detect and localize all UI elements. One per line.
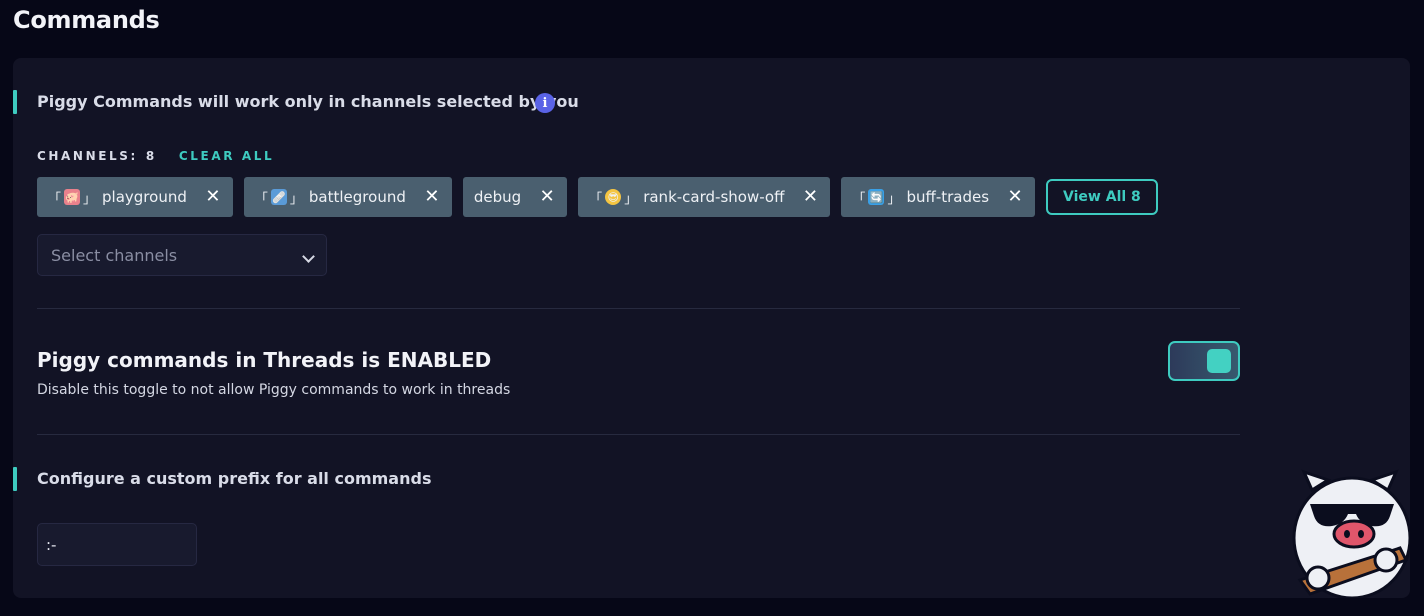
- remove-chip-icon[interactable]: ✕: [203, 188, 223, 206]
- channel-emoji: 「 😎 」: [589, 189, 638, 207]
- select-channels-placeholder: Select channels: [51, 245, 178, 265]
- remove-chip-icon[interactable]: ✕: [422, 188, 442, 206]
- channel-chip: 「 🐖 」 playground ✕: [37, 177, 233, 217]
- info-icon[interactable]: i: [535, 93, 555, 113]
- channels-heading: Piggy Commands will work only in channel…: [37, 92, 579, 111]
- channel-chip-label: battleground: [308, 188, 406, 206]
- select-channels-dropdown[interactable]: Select channels: [37, 234, 327, 276]
- section-accent-bar: [13, 90, 17, 114]
- channel-chip: 「 😎 」 rank-card-show-off ✕: [578, 177, 831, 217]
- pig-emoji-icon: 🐖: [64, 189, 81, 205]
- prefix-input[interactable]: [37, 523, 197, 566]
- channel-emoji: 「 🐖 」: [48, 189, 97, 207]
- prefix-heading: Configure a custom prefix for all comman…: [37, 469, 432, 488]
- channels-count-row: CHANNELS: 8 CLEAR ALL: [37, 149, 274, 163]
- section-accent-bar: [13, 467, 17, 491]
- channel-chip-label: buff-trades: [906, 188, 990, 206]
- page-title: Commands: [13, 6, 160, 34]
- channel-chip-label: debug: [473, 188, 522, 206]
- toggle-knob: [1207, 349, 1231, 373]
- bandage-emoji-icon: 🩹: [270, 189, 287, 205]
- channel-chip-label: playground: [102, 188, 187, 206]
- view-all-button[interactable]: View All 8: [1046, 179, 1158, 215]
- channel-chip: 「 🔄 」 buff-trades ✕: [841, 177, 1036, 217]
- channel-emoji: 「 🔄 」: [852, 189, 901, 207]
- channel-chip: 「 🩹 」 battleground ✕: [243, 177, 452, 217]
- channels-count-label: CHANNELS:: [37, 149, 138, 163]
- sunglasses-face-emoji-icon: 😎: [605, 189, 622, 205]
- section-divider: [37, 308, 1240, 309]
- chevron-down-icon: [302, 249, 315, 263]
- threads-title: Piggy commands in Threads is ENABLED: [37, 348, 492, 372]
- threads-description: Disable this toggle to not allow Piggy c…: [37, 382, 511, 398]
- clear-all-button[interactable]: CLEAR ALL: [179, 149, 274, 163]
- channel-emoji: 「 🩹 」: [254, 189, 303, 207]
- channel-chip: debug ✕: [462, 177, 568, 217]
- channels-count-value: 8: [145, 149, 157, 163]
- remove-chip-icon[interactable]: ✕: [800, 188, 820, 206]
- remove-chip-icon[interactable]: ✕: [537, 188, 557, 206]
- channel-chip-list: 「 🐖 」 playground ✕ 「 🩹 」 battleground ✕ …: [37, 177, 1158, 217]
- threads-toggle[interactable]: [1168, 341, 1240, 381]
- channel-chip-label: rank-card-show-off: [643, 188, 785, 206]
- remove-chip-icon[interactable]: ✕: [1005, 188, 1025, 206]
- commands-card: Piggy Commands will work only in channel…: [13, 58, 1410, 598]
- repeat-emoji-icon: 🔄: [868, 189, 885, 205]
- section-divider: [37, 434, 1240, 435]
- piggy-mascot-icon: [1290, 468, 1410, 598]
